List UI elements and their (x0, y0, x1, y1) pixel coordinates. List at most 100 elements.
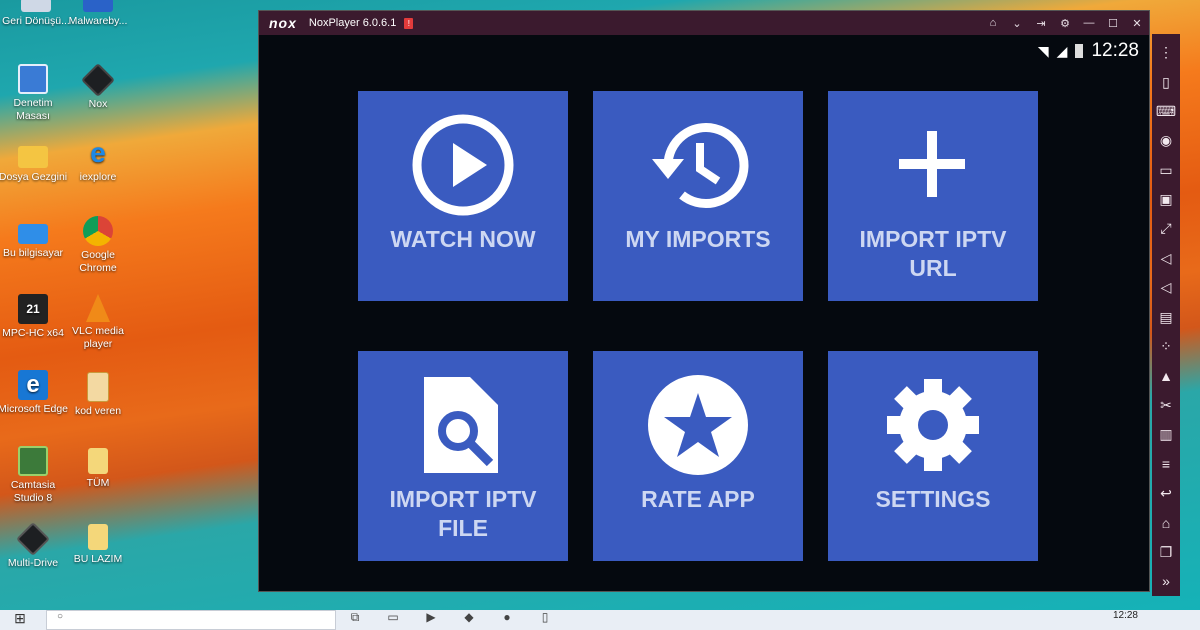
chevron-down-icon[interactable]: ⌄ (1005, 17, 1029, 30)
nox-side-toolbar: ⋮ ▯ ⌨ ◉ ▭ ▣ ⤢ ◁ ◁ ▤ ⁘ ▲ ✂ ▥ ≡ ↩ ⌂ ❐ » (1152, 34, 1180, 596)
star-icon (638, 365, 758, 485)
vlc-icon (86, 294, 110, 322)
tile-label: IMPORT IPTV FILE (389, 486, 537, 541)
desktop-icon-label: BU LAZIM (73, 553, 123, 565)
desktop-icon-chrome[interactable]: Google Chrome (62, 216, 134, 275)
gear-icon[interactable]: ⚙ (1053, 17, 1077, 30)
folder-icon (88, 524, 108, 550)
document-icon (87, 372, 109, 402)
import-iptv-file-tile[interactable]: IMPORT IPTV FILE (358, 351, 568, 561)
wifi-icon: ◥ (1037, 42, 1049, 59)
desktop-icon-control-panel[interactable]: Denetim Masası (0, 64, 69, 123)
nox-player-window: nox NoxPlayer 6.0.6.1 ! ⌂ ⌄ ⇥ ⚙ — ☐ ✕ ◥ … (258, 10, 1150, 592)
import-iptv-url-tile[interactable]: IMPORT IPTV URL (828, 91, 1038, 301)
desktop-icon-label: MPC-HC x64 (2, 327, 64, 339)
desktop-icon-edge[interactable]: e Microsoft Edge (0, 370, 69, 416)
media-icon[interactable]: ▶ (412, 610, 450, 630)
control-panel-icon (18, 64, 48, 94)
desktop-icon-camtasia[interactable]: Camtasia Studio 8 (0, 446, 69, 505)
malwarebytes-icon (83, 0, 113, 12)
fullscreen-icon[interactable]: ⤢ (1156, 214, 1176, 243)
desktop-icon-iexplore[interactable]: e iexplore (62, 138, 134, 184)
desktop-icon-malwarebytes[interactable]: Malwareby... (62, 0, 134, 28)
task-view-icon[interactable]: ⧉ (336, 610, 374, 630)
nox-icon (81, 63, 115, 97)
volume-up-icon[interactable]: ◁ (1156, 244, 1176, 273)
taskbar-clock[interactable]: 12:28 (1113, 610, 1138, 621)
windows-taskbar: ⊞ ○ ⧉ ▭ ▶ ◆ ● ▯ 12:28 (0, 610, 1200, 630)
chrome-taskbar-icon[interactable]: ● (488, 610, 526, 630)
status-time: 12:28 (1091, 40, 1139, 61)
minimize-icon[interactable]: — (1077, 17, 1101, 30)
macro-icon[interactable]: ⁘ (1156, 332, 1176, 361)
history-icon (638, 105, 758, 225)
scissors-icon[interactable]: ✂ (1156, 391, 1176, 420)
nox-titlebar[interactable]: nox NoxPlayer 6.0.6.1 ! ⌂ ⌄ ⇥ ⚙ — ☐ ✕ (259, 11, 1149, 35)
chrome-icon (83, 216, 113, 246)
multi-instance-icon[interactable]: ▥ (1156, 420, 1176, 449)
screen-icon[interactable]: ▭ (1156, 156, 1176, 185)
desktop-icon-label: Dosya Gezgini (0, 171, 68, 183)
desktop-icon-label: Denetim Masası (13, 97, 53, 122)
desktop-icon-kod-veren[interactable]: kod veren (62, 372, 134, 418)
expand-icon[interactable]: » (1156, 567, 1176, 596)
edge-icon: e (18, 370, 48, 400)
desktop-icon-label: Malwareby... (68, 15, 128, 27)
close-icon[interactable]: ✕ (1125, 17, 1149, 30)
file-explorer-icon[interactable]: ▭ (374, 610, 412, 630)
maximize-icon[interactable]: ☐ (1101, 17, 1125, 30)
tile-label: SETTINGS (875, 486, 991, 512)
desktop-icon-vlc[interactable]: VLC media player (62, 294, 134, 351)
document-taskbar-icon[interactable]: ▯ (526, 610, 564, 630)
my-imports-tile[interactable]: MY IMPORTS (593, 91, 803, 301)
desktop-icon-label: iexplore (79, 171, 117, 183)
notification-badge[interactable]: ! (404, 17, 414, 29)
desktop-icon-label: Multi-Drive (7, 557, 59, 569)
play-icon (403, 105, 523, 225)
shake-icon[interactable]: ▯ (1156, 67, 1176, 96)
desktop-icon-mpc-hc[interactable]: 21 MPC-HC x64 (0, 294, 69, 340)
search-icon: ○ (57, 611, 64, 622)
apk-icon[interactable]: ▣ (1156, 185, 1176, 214)
rate-app-tile[interactable]: RATE APP (593, 351, 803, 561)
toolbox-icon[interactable]: ▤ (1156, 302, 1176, 331)
camtasia-icon (18, 446, 48, 476)
android-status-bar: ◥ ◢ 12:28 (259, 35, 1149, 67)
location-icon[interactable]: ◉ (1156, 126, 1176, 155)
tile-label: IMPORT IPTV URL (859, 226, 1007, 281)
home-icon[interactable]: ⌂ (1156, 508, 1176, 537)
more-menu-icon[interactable]: ≡ (1156, 449, 1176, 478)
taskbar-search-box[interactable]: ○ (46, 610, 336, 630)
desktop-icon-label: VLC media player (72, 325, 124, 350)
screenshot-icon[interactable]: ▲ (1156, 361, 1176, 390)
desktop-icon-label: Nox (88, 98, 108, 110)
settings-tile[interactable]: SETTINGS (828, 351, 1038, 561)
volume-down-icon[interactable]: ◁ (1156, 273, 1176, 302)
tile-label: RATE APP (641, 486, 755, 512)
file-search-icon (403, 365, 523, 485)
desktop-icon-label: Microsoft Edge (0, 403, 69, 415)
desktop-icon-multi-drive[interactable]: Multi-Drive (0, 522, 69, 570)
window-title: NoxPlayer 6.0.6.1 (308, 17, 397, 29)
desktop-icon-file-explorer[interactable]: Dosya Gezgini (0, 140, 69, 184)
gear-icon (873, 365, 993, 485)
desktop-icon-this-pc[interactable]: Bu bilgisayar (0, 216, 69, 260)
windows-start-icon[interactable]: ⊞ (0, 610, 40, 630)
nox-taskbar-icon[interactable]: ◆ (450, 610, 488, 630)
internet-explorer-icon: e (90, 137, 106, 168)
tile-label: WATCH NOW (390, 226, 536, 252)
desktop-icon-tum[interactable]: TÜM (62, 448, 134, 490)
watch-now-tile[interactable]: WATCH NOW (358, 91, 568, 301)
home-icon[interactable]: ⌂ (981, 17, 1005, 30)
pin-icon[interactable]: ⇥ (1029, 17, 1053, 30)
back-icon[interactable]: ↩ (1156, 479, 1176, 508)
desktop-icon-nox[interactable]: Nox (62, 62, 134, 111)
keyboard-icon[interactable]: ⌨ (1156, 97, 1176, 126)
plus-icon (873, 105, 993, 225)
folder-icon (18, 146, 48, 168)
desktop-icon-label: kod veren (74, 405, 122, 417)
menu-icon[interactable]: ⋮ (1156, 38, 1176, 67)
recent-apps-icon[interactable]: ❐ (1156, 537, 1176, 566)
desktop-icon-bu-lazim[interactable]: BU LAZIM (62, 524, 134, 566)
computer-icon (18, 224, 48, 244)
